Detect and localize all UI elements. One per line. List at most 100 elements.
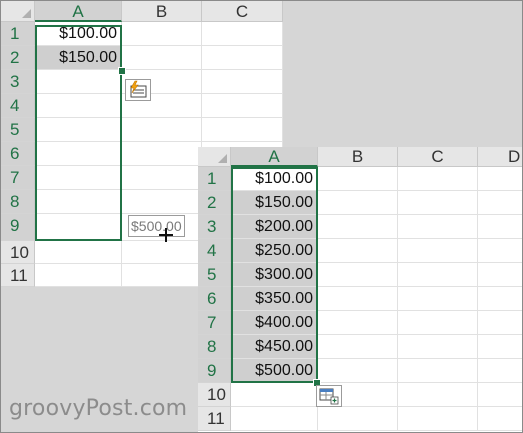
cell-c4[interactable] xyxy=(202,94,283,118)
row-header-9[interactable]: 9 xyxy=(1,214,35,241)
cell-b2[interactable] xyxy=(318,191,398,215)
cell-d11[interactable] xyxy=(478,407,522,431)
cell-a2[interactable]: $150.00 xyxy=(35,46,122,70)
row-header-10[interactable]: 10 xyxy=(1,241,35,264)
cell-d8[interactable] xyxy=(478,335,522,359)
cell-b3[interactable] xyxy=(318,215,398,239)
row-header-8[interactable]: 8 xyxy=(1,190,35,214)
cell-a9[interactable]: $500.00 xyxy=(231,359,318,383)
row-header-10[interactable]: 10 xyxy=(198,383,231,407)
column-header-b[interactable]: B xyxy=(318,147,398,167)
row-header-8[interactable]: 8 xyxy=(198,335,231,359)
select-all-corner[interactable] xyxy=(1,1,35,22)
cell-b6[interactable] xyxy=(318,287,398,311)
cell-b8[interactable] xyxy=(318,335,398,359)
cell-a11[interactable] xyxy=(231,407,318,431)
cell-a3[interactable] xyxy=(35,70,122,94)
cell-c1[interactable] xyxy=(398,167,478,191)
fill-handle[interactable] xyxy=(118,67,126,75)
cell-b2[interactable] xyxy=(122,46,202,70)
autofill-options-button[interactable] xyxy=(316,385,342,407)
cell-b10[interactable] xyxy=(122,241,202,264)
row-header-2[interactable]: 2 xyxy=(1,46,35,70)
cell-a8[interactable]: $450.00 xyxy=(231,335,318,359)
cell-a11[interactable] xyxy=(35,264,122,287)
row-header-1[interactable]: 1 xyxy=(198,167,231,191)
flash-fill-button[interactable] xyxy=(125,79,151,101)
column-header-d[interactable]: D xyxy=(478,147,522,167)
cell-a4[interactable]: $250.00 xyxy=(231,239,318,263)
cell-c2[interactable] xyxy=(202,46,283,70)
cell-b11[interactable] xyxy=(318,407,398,431)
column-header-c[interactable]: C xyxy=(398,147,478,167)
cell-d9[interactable] xyxy=(478,359,522,383)
cell-b5[interactable] xyxy=(122,118,202,142)
cell-d2[interactable] xyxy=(478,191,522,215)
cell-c4[interactable] xyxy=(398,239,478,263)
cell-a10[interactable] xyxy=(35,241,122,264)
cell-c8[interactable] xyxy=(398,335,478,359)
cell-a5[interactable]: $300.00 xyxy=(231,263,318,287)
cell-b7[interactable] xyxy=(122,166,202,190)
select-all-corner[interactable] xyxy=(198,147,231,167)
column-header-a[interactable]: A xyxy=(35,1,122,22)
cell-b5[interactable] xyxy=(318,263,398,287)
cell-c9[interactable] xyxy=(398,359,478,383)
row-header-5[interactable]: 5 xyxy=(1,118,35,142)
row-header-6[interactable]: 6 xyxy=(198,287,231,311)
cell-c10[interactable] xyxy=(398,383,478,407)
cell-a10[interactable] xyxy=(231,383,318,407)
cell-d1[interactable] xyxy=(478,167,522,191)
cell-a9[interactable] xyxy=(35,214,122,241)
cell-b1[interactable] xyxy=(318,167,398,191)
cell-a1[interactable]: $100.00 xyxy=(231,167,318,191)
cell-a2[interactable]: $150.00 xyxy=(231,191,318,215)
cell-b8[interactable] xyxy=(122,190,202,214)
row-header-6[interactable]: 6 xyxy=(1,142,35,166)
cell-c6[interactable] xyxy=(398,287,478,311)
cell-b1[interactable] xyxy=(122,22,202,46)
row-header-3[interactable]: 3 xyxy=(198,215,231,239)
cell-d10[interactable] xyxy=(478,383,522,407)
cell-a7[interactable]: $400.00 xyxy=(231,311,318,335)
row-header-11[interactable]: 11 xyxy=(198,407,231,431)
column-header-b[interactable]: B xyxy=(122,1,202,22)
cell-d7[interactable] xyxy=(478,311,522,335)
row-header-7[interactable]: 7 xyxy=(1,166,35,190)
row-header-2[interactable]: 2 xyxy=(198,191,231,215)
cell-a3[interactable]: $200.00 xyxy=(231,215,318,239)
cell-a4[interactable] xyxy=(35,94,122,118)
cell-a5[interactable] xyxy=(35,118,122,142)
row-header-3[interactable]: 3 xyxy=(1,70,35,94)
cell-a6[interactable] xyxy=(35,142,122,166)
row-header-11[interactable]: 11 xyxy=(1,264,35,287)
cell-b4[interactable] xyxy=(318,239,398,263)
column-header-a[interactable]: A xyxy=(231,147,318,167)
cell-d4[interactable] xyxy=(478,239,522,263)
cell-d6[interactable] xyxy=(478,287,522,311)
cell-d5[interactable] xyxy=(478,263,522,287)
cell-a7[interactable] xyxy=(35,166,122,190)
cell-b6[interactable] xyxy=(122,142,202,166)
cell-c3[interactable] xyxy=(398,215,478,239)
row-header-4[interactable]: 4 xyxy=(198,239,231,263)
cell-c11[interactable] xyxy=(398,407,478,431)
row-header-1[interactable]: 1 xyxy=(1,22,35,46)
cell-c5[interactable] xyxy=(398,263,478,287)
cell-a6[interactable]: $350.00 xyxy=(231,287,318,311)
cell-c3[interactable] xyxy=(202,70,283,94)
cell-a1[interactable]: $100.00 xyxy=(35,22,122,46)
row-header-9[interactable]: 9 xyxy=(198,359,231,383)
cell-a8[interactable] xyxy=(35,190,122,214)
column-header-c[interactable]: C xyxy=(202,1,283,22)
cell-c7[interactable] xyxy=(398,311,478,335)
cell-d3[interactable] xyxy=(478,215,522,239)
cell-c5[interactable] xyxy=(202,118,283,142)
cell-b9[interactable] xyxy=(318,359,398,383)
cell-c2[interactable] xyxy=(398,191,478,215)
cell-c1[interactable] xyxy=(202,22,283,46)
row-header-7[interactable]: 7 xyxy=(198,311,231,335)
cell-b7[interactable] xyxy=(318,311,398,335)
row-header-5[interactable]: 5 xyxy=(198,263,231,287)
row-header-4[interactable]: 4 xyxy=(1,94,35,118)
